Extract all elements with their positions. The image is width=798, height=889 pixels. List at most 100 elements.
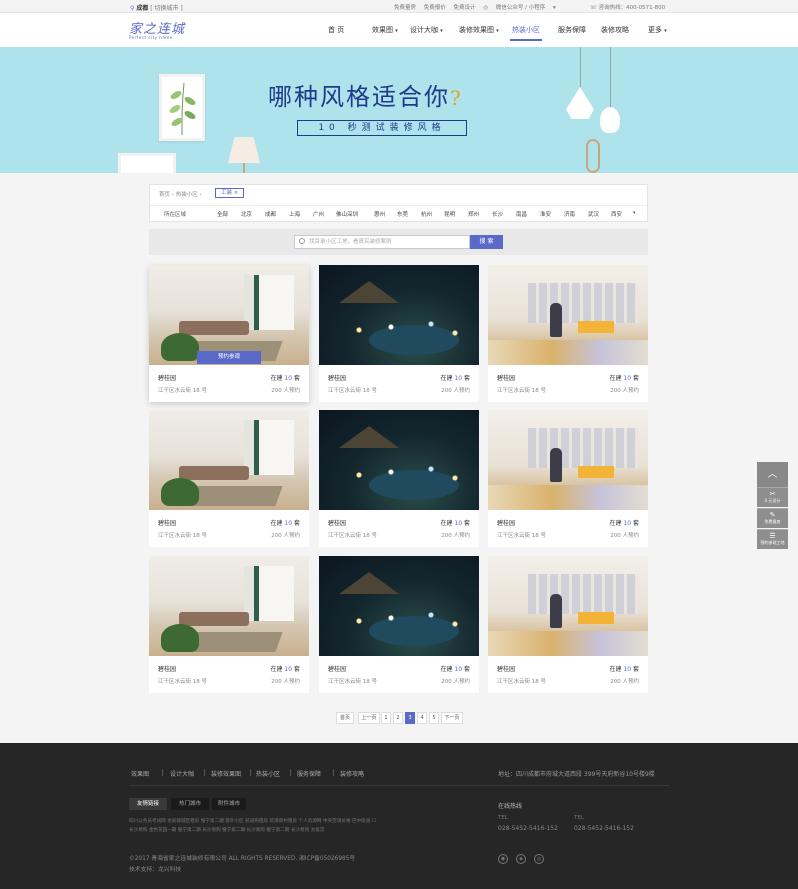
nav-service[interactable]: 服务保障 xyxy=(558,25,586,35)
region-option[interactable]: 上海 xyxy=(289,210,300,218)
region-option[interactable]: 郑州 xyxy=(468,210,479,218)
region-option[interactable]: 济南 xyxy=(564,210,575,218)
search-button[interactable]: 搜 索 xyxy=(470,235,503,249)
card-name: 碧桂园 xyxy=(497,520,516,527)
top-link-free-quote[interactable]: 免费报价 xyxy=(424,5,446,11)
search-input[interactable]: 找目录小区工地，看真实装修案例 xyxy=(294,235,470,249)
card-reservation-count: 200 人预约 xyxy=(441,533,470,539)
region-option[interactable]: 北京 xyxy=(241,210,252,218)
card-reservation-count: 200 人预约 xyxy=(271,388,300,394)
qq-icon[interactable]: ◉ xyxy=(498,854,508,864)
region-option[interactable]: 广州 xyxy=(313,210,324,218)
footer-links-row[interactable]: 长沙易购 金色花园一期 璧宁第二期 长沙易购 璧宁第二期 长沙易购 璧宁第二期 … xyxy=(129,827,449,833)
footer-links-row[interactable]: 四川公务员考试网 龙泉驿城区租房 璧宁第二期 蓉外小区 航班购租房 装潢新村租房… xyxy=(129,818,449,824)
footer-tab-hot-cities[interactable]: 热门城市 xyxy=(171,798,209,810)
community-card[interactable]: 碧桂园 在建 10 套 江干区水云街 18 号 200 人预约 xyxy=(488,556,648,693)
footer-nav-link[interactable]: 服务保障 xyxy=(297,769,321,778)
page-number[interactable]: 5 xyxy=(429,712,439,724)
reserve-visit-button[interactable]: 预约参观 xyxy=(197,351,261,364)
community-card[interactable]: 碧桂园 在建 10 套 江干区水云街 18 号 200 人预约 xyxy=(319,410,479,547)
breadcrumb: 首页 › 热装小区 › xyxy=(159,190,202,198)
footer-links-text[interactable]: 四川公务员考试网 龙泉驿城区租房 璧宁第二期 蓉外小区 航班购租房 装潢新村租房… xyxy=(129,819,370,824)
switch-city-link[interactable]: [ 切换城市 ] xyxy=(150,5,183,12)
side-btn-label: 预约参观工地 xyxy=(760,540,785,545)
nav-label: 效果图 xyxy=(372,26,393,34)
community-card[interactable]: 碧桂园 在建 10 套 江干区水云街 18 号 200 人预约 xyxy=(488,410,648,547)
region-option[interactable]: 武汉 xyxy=(588,210,599,218)
city-selector[interactable]: ⚲ 成都 [ 切换城市 ] xyxy=(130,3,183,12)
back-to-top-button[interactable]: ︿ xyxy=(757,462,788,487)
tel-label: TEL xyxy=(498,815,508,821)
region-option[interactable]: 成都 xyxy=(265,210,276,218)
side-btn-label: 免费量房 xyxy=(764,519,781,524)
region-option[interactable]: 全部 xyxy=(217,210,228,218)
nav-renderings[interactable]: 效果图 ▾ xyxy=(372,25,398,35)
footer-separator xyxy=(250,769,251,776)
status-label: 在建 xyxy=(270,666,283,673)
caret-down-icon: ▾ xyxy=(496,28,499,34)
nav-guide[interactable]: 装修攻略 xyxy=(601,25,629,35)
page-number[interactable]: 2 xyxy=(393,712,403,724)
footer: 效果图 设计大咖 装修效果图 热装小区 服务保障 装修攻略 地址：四川成都市府城… xyxy=(0,743,798,889)
expand-regions-icon[interactable]: ▾ xyxy=(633,210,636,216)
wechat-dropdown[interactable]: 微信公众号 / 小程序 xyxy=(496,5,545,11)
community-card[interactable]: 预约参观 碧桂园 在建 10 套 江干区水云街 18 号 200 人预约 xyxy=(149,265,309,402)
breadcrumb-section[interactable]: 热装小区 xyxy=(176,192,198,198)
region-option[interactable]: 惠州 xyxy=(374,210,385,218)
footer-links-text[interactable]: 长沙易购 金色花园一期 璧宁第二期 长沙易购 璧宁第二期 长沙易购 璧宁第二期 … xyxy=(129,828,324,833)
region-label: 所在区域 xyxy=(164,212,187,218)
card-image xyxy=(488,265,648,365)
top-link-free-measure[interactable]: 免费量房 xyxy=(394,5,416,11)
community-card[interactable]: 碧桂园 在建 10 套 江干区水云街 18 号 200 人预约 xyxy=(149,410,309,547)
nav-designers[interactable]: 设计大咖 ▾ xyxy=(410,25,443,35)
chevron-right-icon: › xyxy=(171,192,174,198)
community-card[interactable]: 碧桂园 在建 10 套 江干区水云街 18 号 200 人预约 xyxy=(488,265,648,402)
region-option[interactable]: 淮安 xyxy=(540,210,551,218)
nav-hot-communities[interactable]: 热装小区 xyxy=(510,25,542,41)
footer-tab-friend-links[interactable]: 友情链接 xyxy=(129,798,167,810)
nav-home[interactable]: 首 页 xyxy=(328,25,344,35)
status-unit: 套 xyxy=(632,375,639,382)
footer-tab-nearby-cities[interactable]: 附件城市 xyxy=(212,798,246,810)
page-number[interactable]: 4 xyxy=(417,712,427,724)
page-next[interactable]: 下一页 xyxy=(441,712,463,724)
region-option[interactable]: 南昌 xyxy=(516,210,527,218)
status-number: 10 xyxy=(623,666,632,673)
status-number: 10 xyxy=(623,520,632,527)
hotline-text: 咨询热线：400-0571-800 xyxy=(598,5,666,11)
filter-tag[interactable]: 工装 × xyxy=(215,188,245,198)
region-option[interactable]: 东莞 xyxy=(397,210,408,218)
community-card[interactable]: 碧桂园 在建 10 套 江干区水云街 18 号 200 人预约 xyxy=(319,265,479,402)
region-option[interactable]: 西安 xyxy=(611,210,622,218)
footer-nav-link[interactable]: 装修攻略 xyxy=(340,769,364,778)
page-prev[interactable]: 上一页 xyxy=(358,712,380,724)
free-design-button[interactable]: ✂ 0 元设计 xyxy=(757,487,788,507)
region-option[interactable]: 佛山深圳 xyxy=(336,210,358,218)
tech-support: 技术支持：龙兴科技 xyxy=(129,867,182,873)
community-card[interactable]: 碧桂园 在建 10 套 江干区水云街 18 号 200 人预约 xyxy=(149,556,309,693)
wechat-icon[interactable]: ◈ xyxy=(516,854,526,864)
page-number-current[interactable]: 3 xyxy=(405,712,415,724)
region-option[interactable]: 长沙 xyxy=(492,210,503,218)
tel-number: 028-5452-5416-152 xyxy=(498,825,558,832)
nav-decoration-renderings[interactable]: 装修效果图 ▾ xyxy=(459,25,499,35)
community-card[interactable]: 碧桂园 在建 10 套 江干区水云街 18 号 200 人预约 xyxy=(319,556,479,693)
weibo-icon[interactable]: ◎ xyxy=(534,854,544,864)
breadcrumb-home[interactable]: 首页 xyxy=(159,192,170,198)
footer-nav-link[interactable]: 效果图 xyxy=(131,769,149,778)
region-option[interactable]: 昆明 xyxy=(444,210,455,218)
footer-nav-link[interactable]: 热装小区 xyxy=(256,769,280,778)
page-first[interactable]: 首页 xyxy=(336,712,354,724)
top-link-free-design[interactable]: 免费设计 xyxy=(454,5,476,11)
banner-subtitle[interactable]: 10 秒测试装修风格 xyxy=(297,120,467,136)
free-measure-button[interactable]: ✎ 免费量房 xyxy=(757,508,788,528)
visit-site-button[interactable]: ☰ 预约参观工地 xyxy=(757,529,788,549)
card-image xyxy=(149,556,309,656)
region-option[interactable]: 杭州 xyxy=(421,210,432,218)
banner[interactable]: 哪种风格适合你? 10 秒测试装修风格 xyxy=(0,47,798,173)
page-number[interactable]: 1 xyxy=(381,712,391,724)
footer-nav-link[interactable]: 设计大咖 xyxy=(170,769,194,778)
footer-nav-link[interactable]: 装修效果图 xyxy=(211,769,241,778)
nav-label: 更多 xyxy=(648,26,662,34)
nav-more[interactable]: 更多 ▾ xyxy=(648,25,667,35)
